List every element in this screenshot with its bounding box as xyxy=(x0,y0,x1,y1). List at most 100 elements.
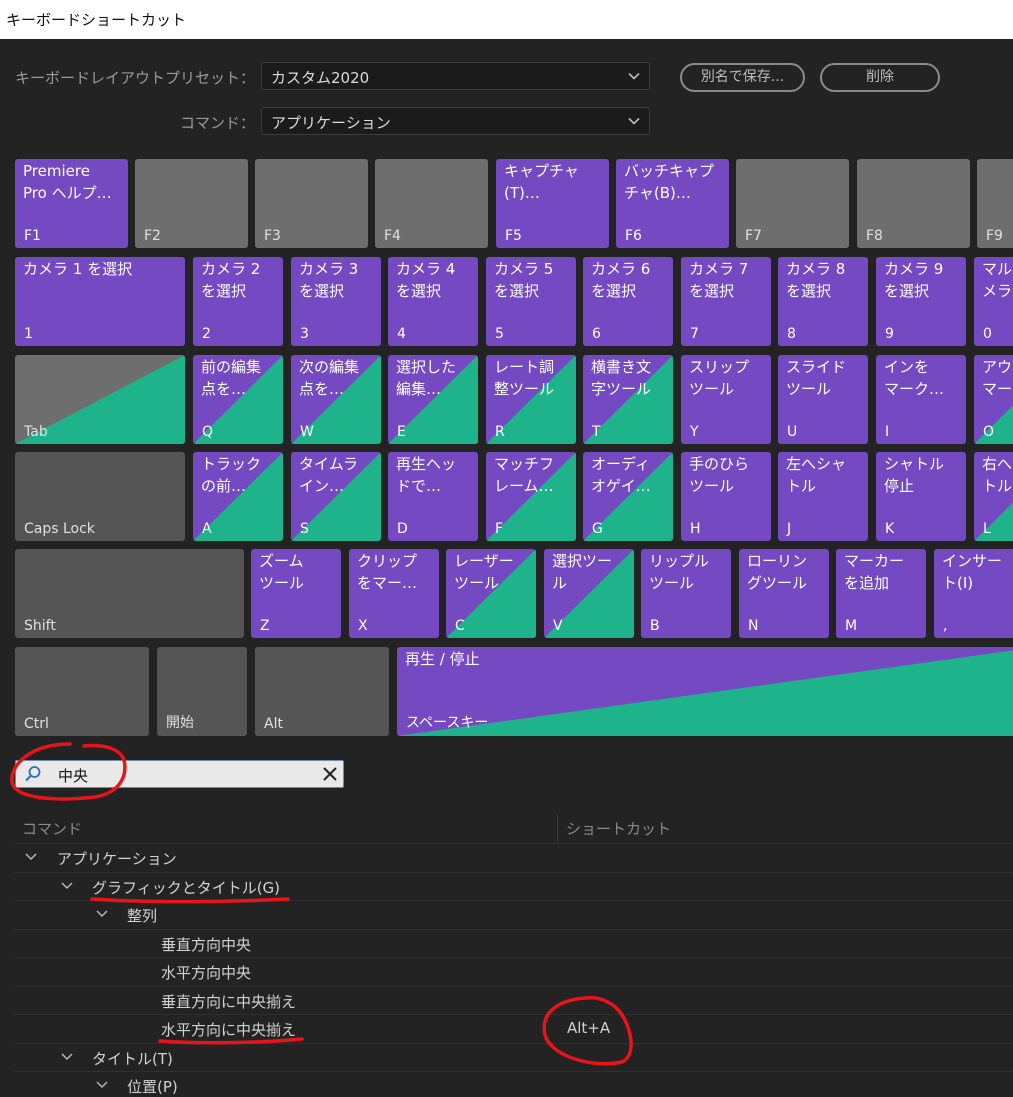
key-h[interactable]: 手のひら ツール H xyxy=(681,452,771,541)
key-f4[interactable]: F4 xyxy=(375,159,488,248)
key-a[interactable]: トラック の前… A xyxy=(193,452,283,541)
chevron-down-icon[interactable] xyxy=(25,852,37,862)
chevron-down-icon[interactable] xyxy=(61,881,73,891)
key-q[interactable]: 前の編集 点を… Q xyxy=(193,355,283,444)
key-z[interactable]: ズーム ツール Z xyxy=(251,549,341,638)
key-f8[interactable]: F8 xyxy=(857,159,970,248)
tree-row[interactable]: 垂直方向中央 xyxy=(15,928,1013,958)
key-f7[interactable]: F7 xyxy=(736,159,849,248)
key-w[interactable]: 次の編集 点を… W xyxy=(291,355,381,444)
key-f[interactable]: マッチフ レーム… F xyxy=(486,452,576,541)
search-input[interactable]: 中央 xyxy=(15,760,344,788)
key-r[interactable]: レート調 整ツール R xyxy=(486,355,576,444)
key-g[interactable]: オーディ オゲイ… G xyxy=(583,452,673,541)
tree-row[interactable]: アプリケーション xyxy=(15,843,1013,872)
key-comma[interactable]: インサー ト(I) , xyxy=(934,549,1013,638)
key-label: L xyxy=(983,521,991,537)
key-alt[interactable]: Alt xyxy=(255,647,389,736)
key-f9[interactable]: F9 xyxy=(977,159,1013,248)
tree-row-label: アプリケーション xyxy=(57,850,177,868)
key-command: カメラ 6 を選択 xyxy=(591,260,651,300)
key-label: R xyxy=(495,424,505,440)
key-command: タイムラ イン… xyxy=(299,455,358,495)
key-8[interactable]: カメラ 8 を選択 8 xyxy=(778,257,868,346)
key-s[interactable]: タイムラ イン… S xyxy=(291,452,381,541)
key-u[interactable]: スライド ツール U xyxy=(778,355,868,444)
key-c[interactable]: レーザー ツール C xyxy=(446,549,536,638)
key-f5[interactable]: キャプチャ (T)… F5 xyxy=(496,159,609,248)
key-d[interactable]: 再生ヘッ ドで… D xyxy=(388,452,478,541)
key-f2[interactable]: F2 xyxy=(135,159,248,248)
key-label: 7 xyxy=(690,326,699,342)
column-header-command[interactable]: コマンド xyxy=(22,818,82,839)
key-label: Shift xyxy=(24,618,56,634)
tree-row[interactable]: 位置(P) xyxy=(15,1071,1013,1097)
key-command: 選択した 編集… xyxy=(396,358,457,398)
clear-icon[interactable] xyxy=(321,765,339,783)
key-f1[interactable]: Premiere Pro ヘルプ… F1 xyxy=(15,159,128,248)
tree-row[interactable]: タイトル(T) xyxy=(15,1042,1013,1072)
search-icon xyxy=(25,766,41,782)
key-command: マル メラ xyxy=(982,260,1013,300)
key-label: O xyxy=(983,424,995,440)
key-command: レート調 整ツール xyxy=(494,358,555,398)
key-v[interactable]: 選択ツー ル V xyxy=(544,549,634,638)
key-start[interactable]: 開始 xyxy=(157,647,247,736)
key-l[interactable]: 右へ トル L xyxy=(974,452,1013,541)
key-3[interactable]: カメラ 3 を選択 3 xyxy=(291,257,381,346)
key-label: D xyxy=(397,521,408,537)
key-caps-lock[interactable]: Caps Lock xyxy=(15,452,185,541)
key-space[interactable]: 再生 / 停止 スペースキー xyxy=(397,647,1013,736)
key-command: 前の編集 点を… xyxy=(201,358,262,398)
tree-row[interactable]: 水平方向中央 xyxy=(15,957,1013,986)
key-tab[interactable]: Tab xyxy=(15,355,185,444)
key-0[interactable]: マル メラ 0 xyxy=(974,257,1013,346)
key-n[interactable]: ローリン グツール N xyxy=(739,549,829,638)
key-command: カメラ 4 を選択 xyxy=(396,260,456,300)
key-i[interactable]: インを マーク… I xyxy=(876,355,966,444)
key-t[interactable]: 横書き文 字ツール T xyxy=(583,355,673,444)
key-2[interactable]: カメラ 2 を選択 2 xyxy=(193,257,283,346)
key-k[interactable]: シャトル 停止 K xyxy=(876,452,966,541)
key-1[interactable]: カメラ 1 を選択 1 xyxy=(15,257,185,346)
tree-row[interactable]: グラフィックとタイトル(G) xyxy=(15,871,1013,901)
key-command: 次の編集 点を… xyxy=(299,358,360,398)
key-6[interactable]: カメラ 6 を選択 6 xyxy=(583,257,673,346)
column-header-shortcut[interactable]: ショートカット xyxy=(566,818,671,839)
key-o[interactable]: アウ マー O xyxy=(974,355,1013,444)
key-ctrl[interactable]: Ctrl xyxy=(15,647,149,736)
chevron-down-icon[interactable] xyxy=(96,909,108,919)
key-label: E xyxy=(397,424,406,440)
column-divider[interactable] xyxy=(557,814,558,842)
key-4[interactable]: カメラ 4 を選択 4 xyxy=(388,257,478,346)
tree-row-label: タイトル(T) xyxy=(92,1049,173,1068)
key-7[interactable]: カメラ 7 を選択 7 xyxy=(681,257,771,346)
key-f3[interactable]: F3 xyxy=(255,159,368,248)
key-command: 横書き文 字ツール xyxy=(591,358,652,398)
key-9[interactable]: カメラ 9 を選択 9 xyxy=(876,257,966,346)
key-5[interactable]: カメラ 5 を選択 5 xyxy=(486,257,576,346)
key-command: ズーム ツール xyxy=(259,552,305,592)
key-x[interactable]: クリップ をマー… X xyxy=(349,549,439,638)
command-tree: アプリケーショングラフィックとタイトル(G) 整列 垂直方向中央 水平方向中央 垂直方向… xyxy=(15,843,1013,1097)
chevron-down-icon[interactable] xyxy=(61,1052,73,1062)
chevron-down-icon[interactable] xyxy=(96,1080,108,1090)
key-label: X xyxy=(358,618,368,634)
key-m[interactable]: マーカー を追加 M xyxy=(836,549,926,638)
key-label: 5 xyxy=(495,326,504,342)
key-command: キャプチャ (T)… xyxy=(504,162,579,202)
key-f6[interactable]: バッチキャプ チャ(B)… F6 xyxy=(616,159,729,248)
key-y[interactable]: スリップ ツール Y xyxy=(681,355,771,444)
tree-row-shortcut[interactable]: Alt+A xyxy=(567,1019,610,1037)
tree-row[interactable]: 水平方向に中央揃え Alt+A xyxy=(15,1014,1013,1043)
key-label: F9 xyxy=(986,228,1003,244)
key-b[interactable]: リップル ツール B xyxy=(641,549,731,638)
key-label: Ctrl xyxy=(24,716,49,732)
tree-row[interactable]: 垂直方向に中央揃え xyxy=(15,985,1013,1015)
key-j[interactable]: 左へシャ トル J xyxy=(778,452,868,541)
key-command: 再生ヘッ ドで… xyxy=(396,455,457,495)
key-shift[interactable]: Shift xyxy=(15,549,244,638)
key-command: 選択ツー ル xyxy=(552,552,613,592)
tree-row[interactable]: 整列 xyxy=(15,900,1013,929)
key-e[interactable]: 選択した 編集… E xyxy=(388,355,478,444)
